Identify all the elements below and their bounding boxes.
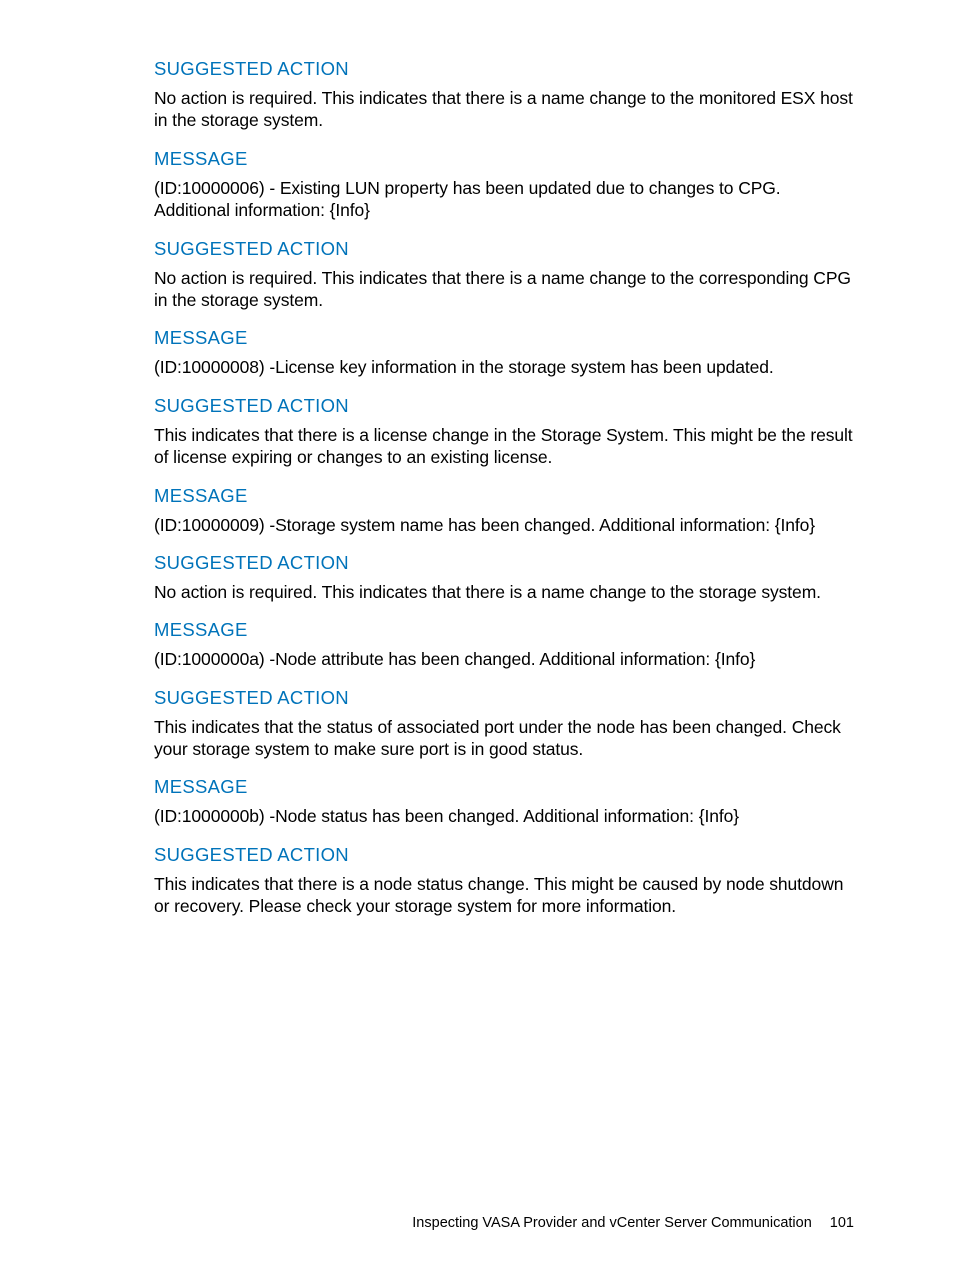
section-heading: SUGGESTED ACTION [154,58,854,80]
section-body: No action is required. This indicates th… [154,267,854,312]
section-body: (ID:10000006) - Existing LUN property ha… [154,177,854,222]
section-heading: SUGGESTED ACTION [154,395,854,417]
section-body: (ID:10000008) -License key information i… [154,356,854,378]
section-heading: SUGGESTED ACTION [154,844,854,866]
page-number: 101 [830,1215,854,1231]
page-footer: Inspecting VASA Provider and vCenter Ser… [412,1215,854,1231]
section-heading: MESSAGE [154,485,854,507]
section-heading: MESSAGE [154,776,854,798]
section-body: No action is required. This indicates th… [154,581,854,603]
section-body: No action is required. This indicates th… [154,87,854,132]
section-body: This indicates that there is a node stat… [154,873,854,918]
section-heading: MESSAGE [154,327,854,349]
section-heading: SUGGESTED ACTION [154,238,854,260]
section-body: (ID:1000000b) -Node status has been chan… [154,805,854,827]
footer-title: Inspecting VASA Provider and vCenter Ser… [412,1215,811,1231]
section-body: (ID:1000000a) -Node attribute has been c… [154,648,854,670]
section-body: This indicates that the status of associ… [154,716,854,761]
section-body: (ID:10000009) -Storage system name has b… [154,514,854,536]
section-body: This indicates that there is a license c… [154,424,854,469]
section-heading: MESSAGE [154,619,854,641]
section-heading: SUGGESTED ACTION [154,552,854,574]
section-heading: MESSAGE [154,148,854,170]
document-content: SUGGESTED ACTION No action is required. … [0,0,954,918]
section-heading: SUGGESTED ACTION [154,687,854,709]
